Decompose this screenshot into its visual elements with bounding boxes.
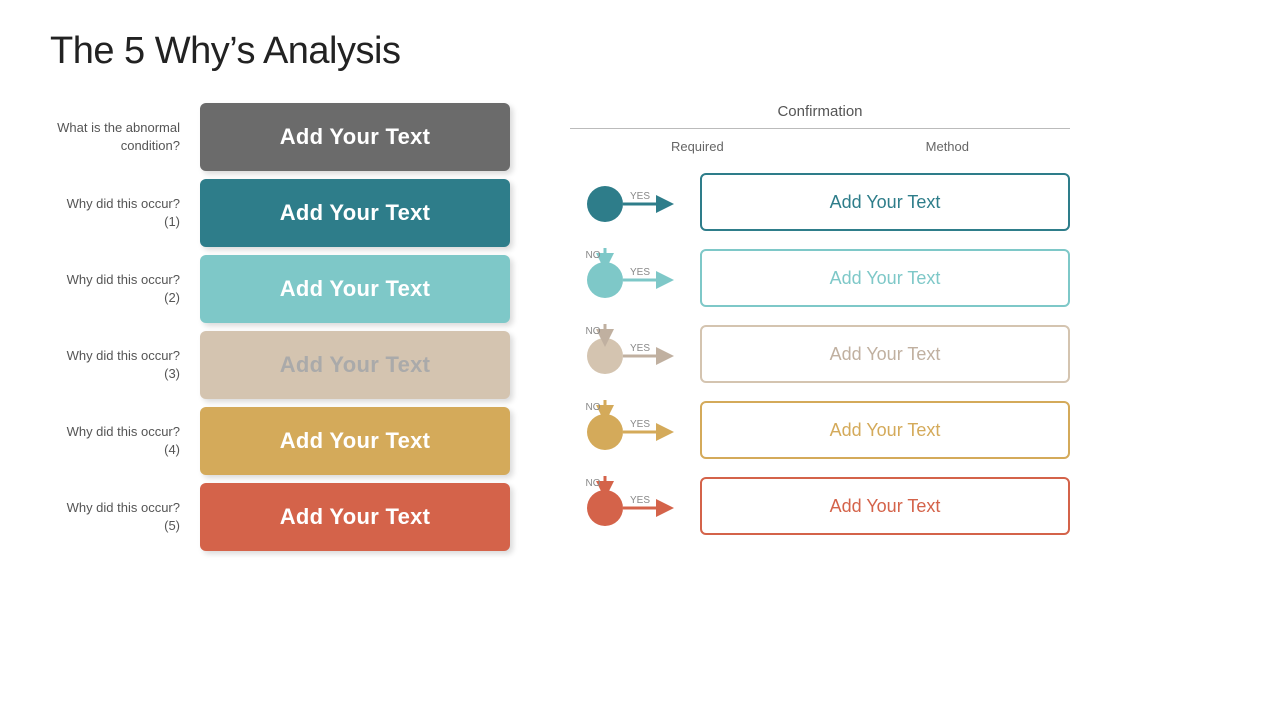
conf-row-2: YES NO Add Your Text [570, 320, 1070, 388]
box-why-5[interactable]: Add Your Text [200, 483, 510, 551]
left-section: What is the abnormal condition? Add Your … [50, 103, 510, 559]
conf-row-4: YES NO Add Your Text [570, 472, 1070, 540]
svg-text:YES: YES [630, 495, 650, 506]
conf-box-conf-5[interactable]: Add Your Text [700, 477, 1070, 535]
box-abnormal-condition[interactable]: Add Your Text [200, 103, 510, 171]
conf-box-conf-3[interactable]: Add Your Text [700, 325, 1070, 383]
conf-box-conf-2[interactable]: Add Your Text [700, 249, 1070, 307]
left-row-1: Why did this occur? (1) Add Your Text [50, 179, 510, 247]
left-row-3: Why did this occur? (3) Add Your Text [50, 331, 510, 399]
conf-box-conf-4[interactable]: Add Your Text [700, 401, 1070, 459]
diagram-4: YES NO [570, 476, 690, 536]
svg-text:NO: NO [586, 478, 601, 489]
diagram-3: YES NO [570, 400, 690, 460]
box-why-4[interactable]: Add Your Text [200, 407, 510, 475]
main-layout: What is the abnormal condition? Add Your … [50, 103, 1230, 559]
svg-text:YES: YES [630, 267, 650, 278]
svg-text:YES: YES [630, 419, 650, 430]
required-label: Required [671, 139, 724, 154]
diagram-1: YES NO [570, 248, 690, 308]
row-label-3: Why did this occur? (3) [50, 347, 180, 383]
row-label-2: Why did this occur? (2) [50, 271, 180, 307]
svg-text:NO: NO [586, 250, 601, 261]
svg-text:YES: YES [630, 191, 650, 202]
row-label-4: Why did this occur? (4) [50, 423, 180, 459]
page: The 5 Why’s Analysis What is the abnorma… [0, 0, 1280, 720]
left-row-2: Why did this occur? (2) Add Your Text [50, 255, 510, 323]
svg-text:NO: NO [586, 326, 601, 337]
method-label: Method [926, 139, 969, 154]
box-why-3[interactable]: Add Your Text [200, 331, 510, 399]
left-row-0: What is the abnormal condition? Add Your … [50, 103, 510, 171]
box-why-1[interactable]: Add Your Text [200, 179, 510, 247]
row-label-0: What is the abnormal condition? [50, 119, 180, 155]
row-label-5: Why did this occur? (5) [50, 499, 180, 535]
svg-text:YES: YES [630, 343, 650, 354]
confirmation-subheader: Required Method [570, 133, 1070, 164]
page-title: The 5 Why’s Analysis [50, 30, 1230, 73]
conf-row-1: YES NO Add Your Text [570, 244, 1070, 312]
row-label-1: Why did this occur? (1) [50, 195, 180, 231]
diagram-0: YES [570, 172, 690, 232]
confirmation-rows: YES Add Your Text YES NO Add Your Text Y… [570, 168, 1070, 540]
left-row-5: Why did this occur? (5) Add Your Text [50, 483, 510, 551]
right-section: Confirmation Required Method YES Add You… [570, 103, 1070, 540]
conf-row-3: YES NO Add Your Text [570, 396, 1070, 464]
confirmation-header: Confirmation [570, 103, 1070, 129]
conf-row-0: YES Add Your Text [570, 168, 1070, 236]
conf-box-conf-1[interactable]: Add Your Text [700, 173, 1070, 231]
svg-text:NO: NO [586, 402, 601, 413]
diagram-2: YES NO [570, 324, 690, 384]
box-why-2[interactable]: Add Your Text [200, 255, 510, 323]
left-row-4: Why did this occur? (4) Add Your Text [50, 407, 510, 475]
